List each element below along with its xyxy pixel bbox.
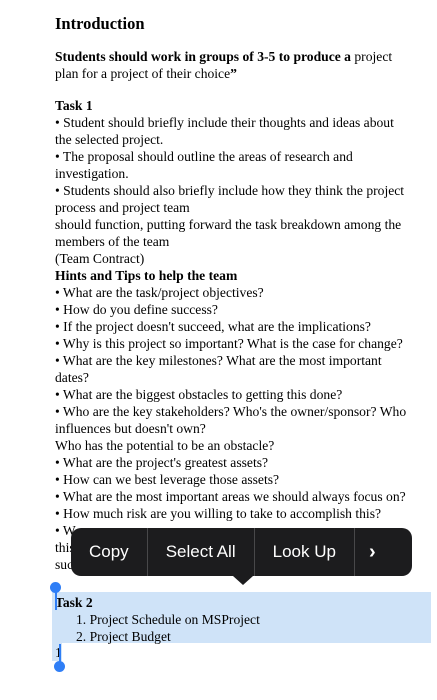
text-line: the selected project.: [55, 132, 164, 147]
text-line: • What are the most important areas we s…: [55, 489, 406, 504]
look-up-button[interactable]: Look Up: [255, 528, 355, 576]
text-line: • What are the biggest obstacles to gett…: [55, 387, 343, 402]
task1-list: • Student should briefly include their t…: [55, 114, 431, 267]
intro-text: project: [350, 49, 393, 64]
select-all-button[interactable]: Select All: [148, 528, 255, 576]
text-line: • The proposal should outline the areas …: [55, 149, 353, 164]
text-line: process and project team: [55, 200, 190, 215]
text-line: influences but doesn't own?: [55, 421, 206, 436]
selection-handle-knob[interactable]: [54, 661, 65, 672]
text-line: dates?: [55, 370, 89, 385]
heading-introduction: Introduction: [55, 14, 145, 33]
text-line: should function, putting forward the tas…: [55, 217, 402, 232]
task1-title: Task 1: [55, 98, 93, 113]
intro-text-line2: plan for a project of their choice: [55, 66, 231, 81]
edit-context-menu: Copy Select All Look Up ›: [71, 528, 412, 576]
intro-quote: ”: [230, 66, 237, 81]
text-line: • What are the project's greatest assets…: [55, 455, 269, 470]
text-line: Who has the potential to be an obstacle?: [55, 438, 275, 453]
document-body: Introduction Students should work in gro…: [55, 14, 431, 573]
text-line: • Student should briefly include their t…: [55, 115, 394, 130]
text-line: (Team Contract): [55, 251, 145, 266]
task2-item: 2. Project Budget: [76, 629, 171, 644]
text-line: • Students should also briefly include h…: [55, 183, 405, 198]
text-line: • What are the task/project objectives?: [55, 285, 264, 300]
task2-title: Task 2: [55, 595, 93, 610]
text-line: • How do you define success?: [55, 302, 218, 317]
hints-title: Hints and Tips to help the team: [55, 268, 238, 283]
menu-pointer-arrow: [233, 576, 253, 585]
task2-item: 1. Project Schedule on MSProject: [76, 612, 260, 627]
text-line: • If the project doesn't succeed, what a…: [55, 319, 371, 334]
text-line: investigation.: [55, 166, 129, 181]
text-line: • Why is this project so important? What…: [55, 336, 403, 351]
intro-bold-text: Students should work in groups of 3-5 to…: [55, 49, 351, 64]
chevron-right-icon: ›: [368, 540, 376, 563]
text-line: • Who are the key stakeholders? Who's th…: [55, 404, 407, 419]
selection-handle-bar: [54, 590, 57, 610]
text-line: • How much risk are you willing to take …: [55, 506, 382, 521]
task2-section[interactable]: Task 2 1. Project Schedule on MSProject …: [55, 594, 260, 645]
text-line: • How can we best leverage those assets?: [55, 472, 280, 487]
intro-paragraph: Students should work in groups of 3-5 to…: [55, 48, 431, 82]
more-options-button[interactable]: ›: [355, 528, 390, 576]
text-line: • What are the key milestones? What are …: [55, 353, 382, 368]
copy-button[interactable]: Copy: [71, 528, 148, 576]
text-line: members of the team: [55, 234, 170, 249]
